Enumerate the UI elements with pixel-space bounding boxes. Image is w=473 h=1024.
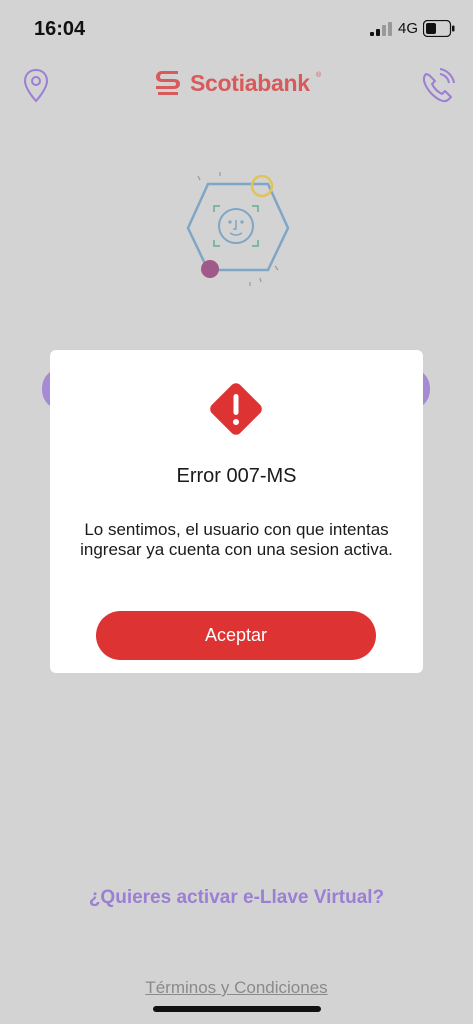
error-dialog: Error 007-MS Lo sentimos, el usuario con…	[50, 350, 423, 673]
terms-and-conditions-link[interactable]: Términos y Condiciones	[0, 978, 473, 998]
battery-icon	[423, 20, 455, 37]
activate-e-llave-virtual-link[interactable]: ¿Quieres activar e-Llave Virtual?	[0, 887, 473, 909]
logo-text: Scotiabank	[190, 70, 310, 96]
network-type: 4G	[398, 20, 419, 37]
home-indicator[interactable]	[153, 1006, 321, 1012]
warning-diamond-icon	[210, 383, 262, 435]
top-bar: Scotiabank ®	[0, 60, 473, 110]
face-id-hexagon-icon	[186, 172, 290, 286]
logo-registered-mark: ®	[316, 72, 322, 79]
accept-button[interactable]: Aceptar	[96, 611, 376, 660]
phone-icon[interactable]	[418, 66, 456, 106]
status-time: 16:04	[34, 18, 86, 40]
location-pin-icon[interactable]	[20, 66, 52, 106]
dialog-title: Error 007-MS	[176, 465, 297, 487]
dialog-message: Lo sentimos, el usuario con que intentas…	[80, 520, 393, 559]
scotiabank-logo-icon	[156, 71, 180, 95]
scotiabank-logo: Scotiabank ®	[152, 66, 327, 102]
signal-strength-icon	[370, 22, 392, 36]
status-bar: 16:04 4G	[0, 0, 473, 60]
